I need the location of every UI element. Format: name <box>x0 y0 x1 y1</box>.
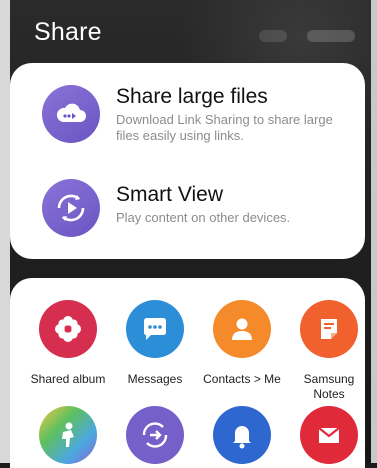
screen-edge-right <box>371 0 377 463</box>
page-title: Share <box>34 18 102 46</box>
chat-bubble-icon <box>126 300 184 358</box>
app-label: Messages <box>127 372 183 386</box>
option-subtitle: Download Link Sharing to share large fil… <box>116 112 333 143</box>
app-contacts-me[interactable]: Contacts > Me <box>202 300 282 387</box>
app-row2-2[interactable] <box>115 406 195 464</box>
option-subtitle: Play content on other devices. <box>116 210 291 225</box>
app-shared-album[interactable]: Shared album <box>28 300 108 387</box>
app-row2-1[interactable] <box>28 406 108 464</box>
person-icon <box>213 300 271 358</box>
smart-view-option[interactable]: Smart View Play content on other devices… <box>10 165 365 253</box>
app-samsung-notes[interactable]: Samsung Notes <box>289 300 369 402</box>
share-apps-card: Shared album Messages Contacts > Me Sams… <box>10 278 365 468</box>
app-label: Shared album <box>30 372 106 386</box>
flower-icon <box>39 300 97 358</box>
bell-icon <box>213 406 271 464</box>
option-title: Share large files <box>116 85 268 108</box>
smart-view-icon <box>126 406 184 464</box>
figure-icon <box>39 406 97 464</box>
app-label: Contacts > Me <box>203 372 281 386</box>
smart-view-icon <box>42 179 100 237</box>
app-row2-3[interactable] <box>202 406 282 464</box>
blurred-status-time <box>307 30 355 42</box>
share-options-card: Share large files Download Link Sharing … <box>10 63 365 259</box>
option-title: Smart View <box>116 183 223 206</box>
app-label: Samsung Notes <box>303 372 355 401</box>
note-icon <box>300 300 358 358</box>
blurred-status-text <box>259 30 287 42</box>
screen-edge-left <box>0 0 10 463</box>
share-large-files-option[interactable]: Share large files Download Link Sharing … <box>10 71 365 159</box>
mail-icon <box>300 406 358 464</box>
app-row2-4[interactable] <box>289 406 369 464</box>
app-messages[interactable]: Messages <box>115 300 195 387</box>
cloud-link-icon <box>42 85 100 143</box>
